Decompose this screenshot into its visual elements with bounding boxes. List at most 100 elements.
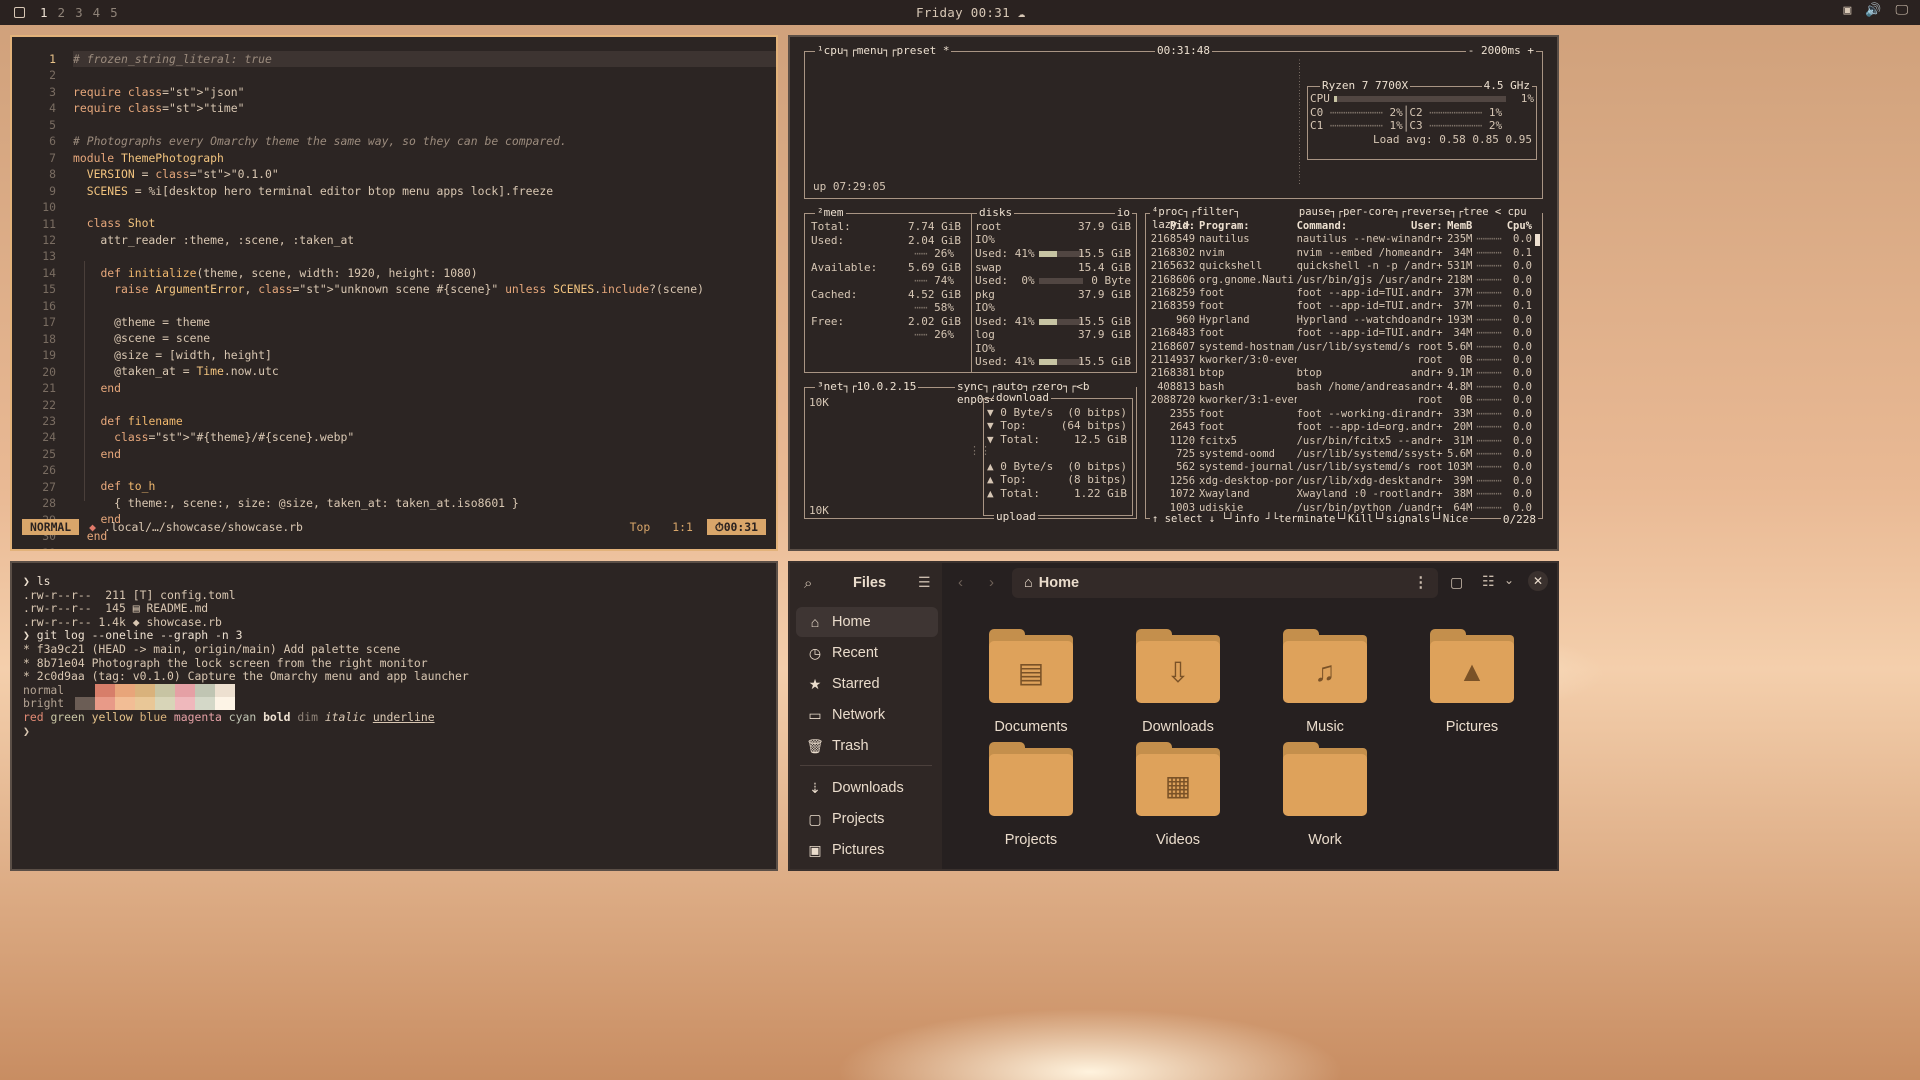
search-icon[interactable]: ⌕: [804, 575, 812, 592]
proc-row[interactable]: 408813 bash bash /home/andreas andr+ 4.8M ⋯⋯⋯…: [1150, 381, 1536, 394]
proc-row[interactable]: 2168259 foot foot --app-id=TUI. andr+ 37M ⋯⋯⋯…: [1150, 287, 1536, 300]
btop-window[interactable]: ¹cpu┐┌menu┐┌preset * 00:31:48 - 2000ms +…: [788, 35, 1559, 551]
prompt[interactable]: ❯: [23, 724, 766, 739]
sidebar-item-projects[interactable]: ▢ Projects: [796, 804, 938, 834]
code-line[interactable]: module ThemePhotograph: [73, 150, 776, 166]
proc-row[interactable]: 562 systemd-journal/usr/lib/systemd/s root…: [1150, 461, 1536, 474]
proc-row[interactable]: 2643 foot foot --app-id=org. andr+ 20M ⋯⋯⋯⋯ 0.…: [1150, 421, 1536, 434]
sidebar-item-home[interactable]: ⌂ Home: [796, 607, 938, 637]
clock[interactable]: Friday 00:31 ☁: [916, 5, 1026, 20]
code-line[interactable]: @taken_at = Time.now.utc: [73, 363, 776, 379]
volume-icon[interactable]: 🔊: [1865, 3, 1881, 18]
display-icon[interactable]: ▣: [1843, 3, 1851, 18]
proc-header-cell[interactable]: User:: [1410, 220, 1446, 233]
io-toggle[interactable]: io: [1114, 206, 1132, 220]
location-bar[interactable]: ⌂ Home ⋮: [1012, 568, 1438, 598]
proc-header-cell[interactable]: Cpu%: [1506, 220, 1536, 233]
sidebar-item-recent[interactable]: ◷ Recent: [796, 638, 938, 668]
code-line[interactable]: @theme = theme: [73, 314, 776, 330]
sidebar-item-starred[interactable]: ★ Starred: [796, 669, 938, 699]
sidebar-item-pictures[interactable]: ▣ Pictures: [796, 835, 938, 865]
screen-share-icon[interactable]: 🖵: [1895, 3, 1908, 18]
view-options-icon[interactable]: ⌄: [1504, 573, 1514, 587]
back-icon[interactable]: ‹: [958, 574, 963, 591]
cpu-tabs[interactable]: ¹cpu┐┌menu┐┌preset *: [815, 44, 952, 58]
proc-row[interactable]: 725 systemd-oomd/usr/lib/systemd/s syst+ 5.…: [1150, 448, 1536, 461]
omarchy-menu-icon[interactable]: [14, 7, 25, 18]
sidebar-menu-icon[interactable]: ☰: [918, 574, 931, 591]
code-line[interactable]: require class="st">"time": [73, 100, 776, 116]
proc-row[interactable]: 1256 xdg-desktop-por/usr/lib/xdg-deskt and…: [1150, 475, 1536, 488]
code-line[interactable]: [73, 67, 776, 83]
code-line[interactable]: class="st">"#{theme}/#{scene}.webp": [73, 429, 776, 445]
forward-icon[interactable]: ›: [989, 574, 994, 591]
proc-row[interactable]: 2168381 btop btop andr+ 9.1M ⋯⋯⋯⋯ 0.0: [1150, 367, 1536, 380]
proc-header-cell[interactable]: MemB: [1447, 220, 1477, 233]
workspace-3[interactable]: 3: [75, 5, 83, 20]
code-line[interactable]: def initialize(theme, scene, width: 1920…: [73, 265, 776, 281]
code-line[interactable]: attr_reader :theme, :scene, :taken_at: [73, 232, 776, 248]
code-buffer[interactable]: # frozen_string_literal: true require cla…: [73, 51, 776, 549]
workspace-4[interactable]: 4: [93, 5, 101, 20]
code-line[interactable]: class Shot: [73, 215, 776, 231]
folder-music[interactable]: ♫ Music: [1260, 629, 1390, 735]
update-interval[interactable]: - 2000ms +: [1465, 44, 1536, 58]
code-line[interactable]: raise ArgumentError, class="st">"unknown…: [73, 281, 776, 297]
folder-downloads[interactable]: ⇩ Downloads: [1113, 629, 1243, 735]
proc-row[interactable]: 2168549 nautilus nautilus --new-win andr+ 23…: [1150, 233, 1536, 246]
folder-documents[interactable]: ▤ Documents: [966, 629, 1096, 735]
view-list-icon[interactable]: ☷: [1482, 573, 1495, 590]
code-line[interactable]: [73, 544, 776, 549]
workspace-5[interactable]: 5: [110, 5, 118, 20]
code-line[interactable]: @size = [width, height]: [73, 347, 776, 363]
code-line[interactable]: # Photographs every Omarchy theme the sa…: [73, 133, 776, 149]
code-line[interactable]: [73, 462, 776, 478]
code-line[interactable]: [73, 199, 776, 215]
code-line[interactable]: end: [73, 446, 776, 462]
proc-row[interactable]: 2168483 foot foot --app-id=TUI. andr+ 34M ⋯⋯⋯…: [1150, 327, 1536, 340]
proc-row[interactable]: 960 Hyprland Hyprland --watchdo andr+ 193M ⋯⋯…: [1150, 314, 1536, 327]
code-line[interactable]: require class="st">"json": [73, 84, 776, 100]
location-menu-icon[interactable]: ⋮: [1414, 575, 1429, 591]
folder-projects[interactable]: Projects: [966, 742, 1096, 848]
code-line[interactable]: [73, 117, 776, 133]
proc-row[interactable]: 2168607 systemd-hostnam/usr/lib/systemd/s…: [1150, 341, 1536, 354]
terminal-window[interactable]: ❯ ls .rw-r--r-- 211 [T] config.toml .rw-r-…: [10, 561, 778, 871]
sidebar-item-trash[interactable]: 🗑 Trash: [796, 731, 938, 761]
folder-videos[interactable]: ▦ Videos: [1113, 742, 1243, 848]
workspace-1[interactable]: 1: [40, 5, 48, 20]
code-line[interactable]: def to_h: [73, 478, 776, 494]
code-line[interactable]: def filename: [73, 413, 776, 429]
workspace-2[interactable]: 2: [58, 5, 66, 20]
files-window[interactable]: ⌕ Files ☰ ⌂ Home ◷ Recent ★ Starred ▭ Network 🗑 T…: [788, 561, 1559, 871]
proc-header-cell[interactable]: Command:: [1297, 220, 1411, 233]
code-line[interactable]: # frozen_string_literal: true: [73, 51, 776, 68]
proc-row[interactable]: 2114937 kworker/3:0-even root 0B ⋯⋯⋯⋯ 0.0: [1150, 354, 1536, 367]
proc-header-cell[interactable]: Pid:: [1150, 220, 1199, 233]
proc-row[interactable]: 2088720 kworker/3:1-even root 0B ⋯⋯⋯⋯ 0.0: [1150, 394, 1536, 407]
code-line[interactable]: end: [73, 380, 776, 396]
proc-row[interactable]: 2168606 org.gnome.Nauti/usr/bin/gjs /usr/…: [1150, 274, 1536, 287]
proc-row[interactable]: 1120 fcitx5/usr/bin/fcitx5 -- andr+ 31M ⋯⋯⋯⋯…: [1150, 435, 1536, 448]
proc-row[interactable]: 1072 Xwayland Xwayland :0 -rootl andr+ 38M ⋯⋯…: [1150, 488, 1536, 501]
code-line[interactable]: [73, 298, 776, 314]
proc-row[interactable]: 2168302 nvim nvim --embed /home andr+ 34M ⋯⋯⋯…: [1150, 247, 1536, 260]
code-line[interactable]: SCENES = %i[desktop hero terminal editor…: [73, 183, 776, 199]
code-line[interactable]: VERSION = class="st">"0.1.0": [73, 166, 776, 182]
code-line[interactable]: { theme:, scene:, size: @size, taken_at:…: [73, 495, 776, 511]
close-icon[interactable]: ✕: [1528, 571, 1548, 591]
proc-header-cell[interactable]: Program:: [1199, 220, 1297, 233]
code-line[interactable]: @scene = scene: [73, 330, 776, 346]
proc-row[interactable]: 2355 foot foot --working-dir andr+ 33M ⋯⋯⋯⋯ 0.…: [1150, 408, 1536, 421]
folder-pictures[interactable]: ▲ Pictures: [1407, 629, 1537, 735]
code-line[interactable]: [73, 396, 776, 412]
new-window-icon[interactable]: ▢: [1450, 574, 1463, 591]
sidebar-item-downloads[interactable]: ⇣ Downloads: [796, 773, 938, 803]
proc-footer[interactable]: ↑ select ↓ └┘info ┘└terminate└┘Kill└┘sig…: [1150, 512, 1471, 526]
proc-row[interactable]: 2165632 quickshell quickshell -n -p / andr+…: [1150, 260, 1536, 273]
sidebar-item-network[interactable]: ▭ Network: [796, 700, 938, 730]
folder-work[interactable]: Work: [1260, 742, 1390, 848]
editor-window[interactable]: 1 2 3 4 5 6 7 8 9 10 11 12 13 14 15 16 17 18 19 20 21 22 23 24 2…: [10, 35, 778, 551]
proc-scrollbar[interactable]: [1535, 234, 1540, 246]
proc-row[interactable]: 2168359 foot foot --app-id=TUI. andr+ 37M ⋯⋯⋯…: [1150, 300, 1536, 313]
